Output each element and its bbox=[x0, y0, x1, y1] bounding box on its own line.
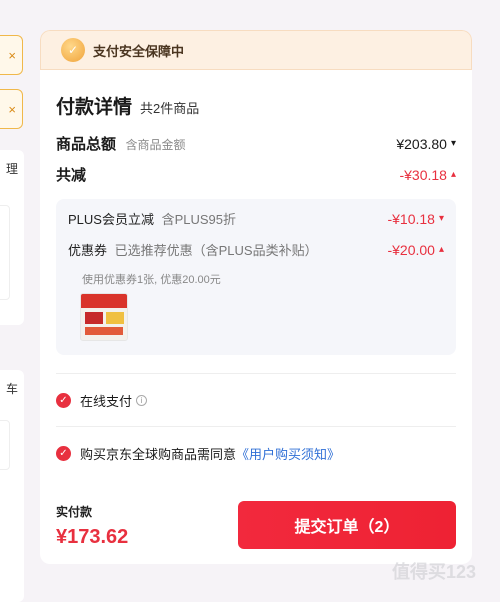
pay-label: 实付款 bbox=[56, 505, 93, 519]
item-count: 共2件商品 bbox=[140, 101, 200, 116]
submit-order-button[interactable]: 提交订单（2） bbox=[238, 501, 456, 549]
coupon-thumbnail[interactable] bbox=[80, 293, 128, 341]
shield-icon: ✓ bbox=[61, 38, 85, 62]
watermark: 值得买123 bbox=[391, 562, 476, 582]
chevron-down-icon[interactable]: ▾ bbox=[439, 213, 444, 224]
chevron-up-icon[interactable]: ▴ bbox=[451, 169, 456, 180]
payment-header: 付款详情 共2件商品 bbox=[56, 92, 456, 119]
left-card-2: 车 bbox=[0, 370, 24, 602]
payment-footer: 实付款 ¥173.62 提交订单（2） bbox=[56, 501, 456, 549]
left-inner-box bbox=[0, 420, 10, 470]
coupon-row[interactable]: 优惠券 已选推荐优惠（含PLUS品类补贴） -¥20.00 ▴ bbox=[68, 240, 444, 259]
info-icon[interactable]: i bbox=[136, 394, 148, 406]
chevron-down-icon[interactable]: ▾ bbox=[451, 138, 456, 149]
close-button-2[interactable]: × bbox=[0, 89, 23, 129]
total-sublabel: 含商品金额 bbox=[125, 138, 186, 152]
check-icon: ✓ bbox=[56, 392, 71, 408]
left-partial-text: 理 bbox=[5, 162, 18, 176]
reduction-row[interactable]: 共减 -¥30.18 ▴ bbox=[56, 164, 456, 185]
plus-discount-row[interactable]: PLUS会员立减 含PLUS95折 -¥10.18 ▾ bbox=[68, 209, 444, 228]
reduction-label: 共减 bbox=[56, 167, 87, 184]
online-pay-option[interactable]: ✓ 在线支付 i bbox=[56, 374, 456, 426]
plus-label: PLUS会员立减 bbox=[68, 212, 154, 227]
pay-amount: ¥173.62 bbox=[56, 526, 129, 548]
check-icon[interactable]: ✓ bbox=[56, 445, 71, 461]
security-banner: ✓ 支付安全保障中 bbox=[40, 30, 472, 70]
close-icon: × bbox=[8, 47, 16, 63]
chevron-up-icon[interactable]: ▴ bbox=[439, 244, 444, 255]
left-column: × × 理 车 bbox=[0, 0, 26, 602]
security-text: 支付安全保障中 bbox=[93, 43, 185, 59]
coupon-note: 使用优惠券1张, 优惠20.00元 bbox=[82, 274, 221, 286]
total-value: ¥203.80 bbox=[396, 135, 447, 152]
agreement-link[interactable]: 《用户购买须知》 bbox=[236, 444, 340, 463]
coupon-value: -¥20.00 bbox=[387, 241, 435, 258]
left-partial-text: 车 bbox=[5, 382, 18, 396]
discount-details: PLUS会员立减 含PLUS95折 -¥10.18 ▾ 优惠券 已选推荐优惠（含… bbox=[56, 199, 456, 355]
coupon-label: 优惠券 bbox=[68, 243, 108, 258]
plus-value: -¥10.18 bbox=[387, 210, 435, 227]
online-pay-label: 在线支付 bbox=[80, 393, 133, 409]
total-row[interactable]: 商品总额 含商品金额 ¥203.80 ▾ bbox=[56, 133, 456, 154]
close-button-1[interactable]: × bbox=[0, 35, 23, 75]
agreement-option[interactable]: ✓ 购买京东全球购商品需同意 《用户购买须知》 bbox=[56, 427, 456, 479]
plus-sublabel: 含PLUS95折 bbox=[161, 212, 237, 227]
payment-panel: ✓ 支付安全保障中 付款详情 共2件商品 商品总额 含商品金额 ¥203.80 … bbox=[40, 30, 472, 564]
page-title: 付款详情 bbox=[56, 97, 133, 118]
left-inner-box bbox=[0, 205, 10, 300]
reduction-value: -¥30.18 bbox=[399, 166, 447, 183]
close-icon: × bbox=[8, 101, 16, 117]
coupon-sublabel: 已选推荐优惠（含PLUS品类补贴） bbox=[114, 243, 318, 258]
agreement-text: 购买京东全球购商品需同意 bbox=[80, 446, 237, 462]
total-label: 商品总额 bbox=[56, 136, 117, 153]
